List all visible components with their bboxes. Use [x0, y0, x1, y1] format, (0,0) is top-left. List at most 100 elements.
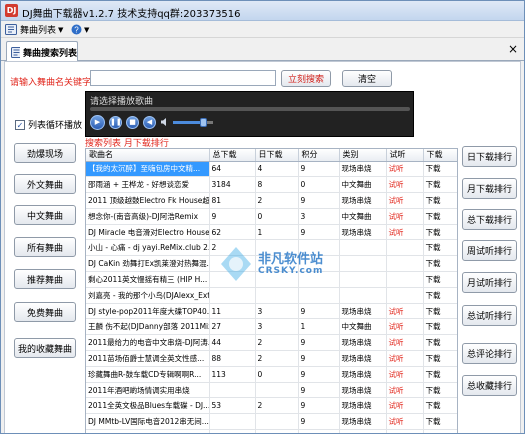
- table-row[interactable]: 小山 - 心痛 - dj yayi.ReMix.club 2... 2 下载: [86, 239, 457, 257]
- cell-download[interactable]: 下载: [423, 176, 457, 194]
- cell-listen[interactable]: [386, 255, 424, 273]
- volume-knob[interactable]: [200, 118, 207, 127]
- column-header[interactable]: 日下载: [255, 149, 299, 162]
- table-row[interactable]: DJ MMtb-LV国际电音2012串无间... 9 现场串烧 试听 下载: [86, 413, 457, 431]
- ranking-button[interactable]: 周试听排行: [462, 240, 517, 261]
- cell-listen[interactable]: 试听: [386, 192, 424, 209]
- category-button[interactable]: 所有舞曲: [14, 237, 76, 257]
- search-now-button[interactable]: 立刻搜索: [281, 70, 331, 87]
- cell-download[interactable]: 下载: [423, 413, 457, 431]
- table-row[interactable]: 想念你-(南音高级)-DJ阿浩Remix 9 0 3 中文舞曲 试听 下载: [86, 208, 457, 225]
- cell-listen[interactable]: 试听: [386, 334, 424, 352]
- table-row[interactable]: 2011年酒吧啲场情调实用串烧 9 现场串烧 试听 下载: [86, 382, 457, 399]
- cell-points: [298, 271, 340, 288]
- cell-download[interactable]: 下载: [423, 382, 457, 399]
- table-row[interactable]: 珍藏舞曲R-鼓车载CD专辑啊啊R... 113 0 9 现场串烧 试听 下载: [86, 366, 457, 383]
- ranking-button[interactable]: 月试听排行: [462, 272, 517, 293]
- column-header[interactable]: 下载: [423, 149, 457, 162]
- cell-listen[interactable]: 试听: [386, 413, 424, 431]
- menu-item-help[interactable]: ? ▼: [71, 23, 89, 36]
- table-row[interactable]: 2011 顶级越鼓Electro Fk House超... 81 2 9 现场串烧 试听下…: [86, 192, 457, 209]
- loop-play-label: 列表循环播放: [28, 121, 83, 131]
- media-player: 请选择播放歌曲 ▶ ❚❚ ■ ◀: [85, 91, 414, 137]
- cell-listen[interactable]: [386, 239, 424, 257]
- table-row[interactable]: 2011全英文极品Blues车载碟 - DJ... 53 2 9 现场串烧 试听 下载: [86, 397, 457, 415]
- cell-download[interactable]: 下载: [423, 334, 457, 352]
- cell-download[interactable]: 下载: [423, 318, 457, 336]
- cell-download[interactable]: 下载: [423, 224, 457, 241]
- ranking-button[interactable]: 日下载排行: [462, 146, 517, 167]
- menu-item-song-list[interactable]: 舞曲列表 ▼: [5, 23, 63, 36]
- column-header[interactable]: 积分: [298, 149, 340, 162]
- cell-listen[interactable]: 试听: [386, 350, 424, 367]
- table-row[interactable]: DJ style-pop2011年度大碟TOP40... 11 3 9 现场串烧 试听 下载: [86, 303, 457, 320]
- cell-download[interactable]: 下载: [423, 366, 457, 383]
- cell-listen[interactable]: 试听: [386, 382, 424, 399]
- progress-bar[interactable]: [90, 107, 410, 111]
- table-row[interactable]: DJ CaKin 劲舞打Ex凯莱澄对热舞混... 下载: [86, 255, 457, 273]
- cell-day: [255, 255, 299, 273]
- cell-listen[interactable]: 试听: [386, 303, 424, 320]
- cell-listen[interactable]: 试听: [386, 224, 424, 241]
- cell-listen[interactable]: 试听: [386, 176, 424, 194]
- volume-slider[interactable]: [173, 118, 213, 127]
- close-tab-icon[interactable]: ×: [508, 43, 518, 55]
- category-button[interactable]: 我的收藏舞曲: [14, 338, 76, 358]
- table-row[interactable]: 2011最给力的电音中文串烧-DJ阿涛... 44 2 9 现场串烧 试听 下载: [86, 334, 457, 352]
- ranking-button[interactable]: 总收藏排行: [462, 375, 517, 396]
- category-button[interactable]: 外文舞曲: [14, 174, 76, 194]
- column-header[interactable]: 试听: [386, 149, 424, 162]
- cell-download[interactable]: 下载: [423, 255, 457, 273]
- previous-icon[interactable]: ◀: [143, 116, 156, 129]
- table-row[interactable]: 【我的太沉醉】至嗨包房中文精... 64 4 9 现场串烧 试听 下载: [86, 161, 457, 178]
- cell-listen[interactable]: 试听: [386, 429, 424, 433]
- table-row[interactable]: DJ Miracle 电音滑对Electro House... 62 1 9 现场串烧试…: [86, 224, 457, 241]
- pause-icon[interactable]: ❚❚: [109, 116, 122, 129]
- table-row[interactable]: 2011苗场佰爵士慧调全英文性感... 88 2 9 现场串烧 试听 下载: [86, 350, 457, 367]
- loop-play-checkbox[interactable]: ✓ 列表循环播放: [15, 118, 82, 131]
- speaker-icon[interactable]: [160, 117, 170, 127]
- cell-download[interactable]: 下载: [423, 239, 457, 257]
- table-row[interactable]: 刘嘉亮 - 我的那个小鸟(DJAlexx_Ext... 下载: [86, 287, 457, 304]
- table-row[interactable]: 邵雨涵 + 王桦龙 - 好想谈恋爱 3184 8 0 中文舞曲 试听 下载: [86, 176, 457, 194]
- column-header[interactable]: 总下载: [209, 149, 256, 162]
- keyword-input[interactable]: [90, 70, 276, 86]
- cell-listen[interactable]: [386, 271, 424, 288]
- play-icon[interactable]: ▶: [90, 115, 105, 130]
- cell-download[interactable]: 下载: [423, 161, 457, 178]
- cell-download[interactable]: 下载: [423, 397, 457, 415]
- cell-day: [255, 239, 299, 257]
- category-button[interactable]: 推荐舞曲: [14, 269, 76, 289]
- cell-listen[interactable]: 试听: [386, 208, 424, 225]
- ranking-button[interactable]: 总评论排行: [462, 343, 517, 364]
- column-header[interactable]: 类别: [339, 149, 387, 162]
- table-row[interactable]: DJ CaKin 绝对特爆Electro House...17009现场串烧试听…: [86, 429, 457, 433]
- cell-download[interactable]: 下载: [423, 271, 457, 288]
- cell-download[interactable]: 下载: [423, 287, 457, 304]
- cell-download[interactable]: 下载: [423, 303, 457, 320]
- category-button[interactable]: 劲爆现场: [14, 143, 76, 163]
- cell-category: 中文舞曲: [339, 176, 387, 194]
- table-row[interactable]: 王麟 伤不起(DJDanny部落 2011Mix) 27 3 1 中文舞曲 试听 下载: [86, 318, 457, 336]
- cell-listen[interactable]: 试听: [386, 161, 424, 178]
- cell-name: DJ style-pop2011年度大碟TOP40...: [86, 303, 210, 320]
- ranking-button[interactable]: 总试听排行: [462, 305, 517, 326]
- cell-total: 53: [209, 397, 256, 415]
- cell-listen[interactable]: [386, 287, 424, 304]
- cell-listen[interactable]: 试听: [386, 397, 424, 415]
- tab-song-search-list[interactable]: 舞曲搜索列表: [6, 41, 78, 62]
- stop-icon[interactable]: ■: [126, 116, 139, 129]
- cell-download[interactable]: 下载: [423, 208, 457, 225]
- cell-download[interactable]: 下载: [423, 192, 457, 209]
- cell-listen[interactable]: 试听: [386, 318, 424, 336]
- ranking-button[interactable]: 月下载排行: [462, 178, 517, 199]
- clear-button[interactable]: 清空: [342, 70, 392, 87]
- category-button[interactable]: 免费舞曲: [14, 302, 76, 322]
- cell-listen[interactable]: 试听: [386, 366, 424, 383]
- column-header[interactable]: 歌曲名: [86, 149, 210, 162]
- table-row[interactable]: 剩心2011英文慢摇有精三 (HIP H... 下载: [86, 271, 457, 288]
- cell-download[interactable]: 下载: [423, 429, 457, 433]
- ranking-button[interactable]: 总下载排行: [462, 209, 517, 230]
- category-button[interactable]: 中文舞曲: [14, 205, 76, 225]
- cell-download[interactable]: 下载: [423, 350, 457, 367]
